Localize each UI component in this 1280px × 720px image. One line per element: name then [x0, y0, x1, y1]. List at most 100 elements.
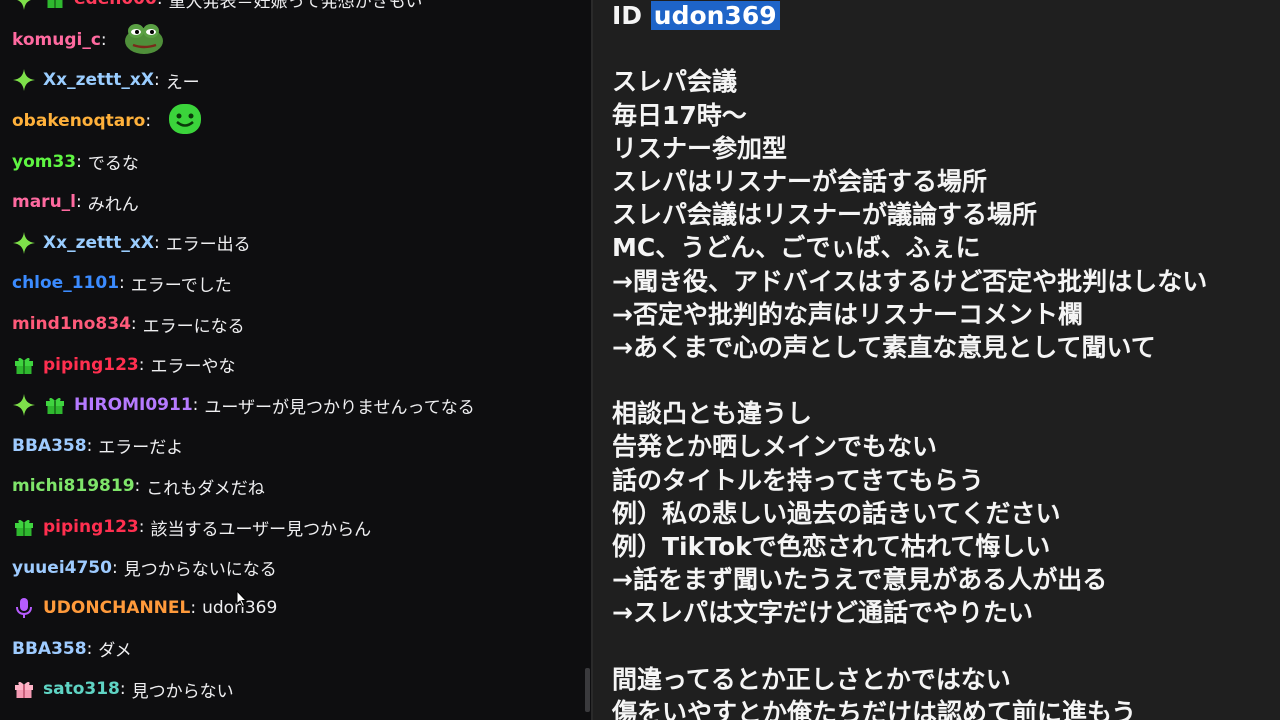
chat-colon: : [153, 232, 160, 253]
chat-message: michi819819: これもダメだね [0, 466, 590, 507]
chat-message-text: でるな [87, 154, 139, 175]
chat-message: chloe_1101: エラーでした [0, 263, 590, 304]
mic-badge-icon[interactable] [12, 596, 36, 620]
chat-colon: : [119, 679, 126, 700]
chat-message: obakenoqtaro: [0, 101, 590, 142]
gift-green-badge-icon[interactable] [43, 0, 67, 11]
chat-message-text: えー [165, 72, 200, 93]
chat-username[interactable]: UDONCHANNEL [43, 598, 190, 618]
notes-line: →スレパは文字だけど通話でやりたい [612, 598, 1033, 628]
chat-message-text: これもダメだね [146, 478, 265, 499]
chat-username[interactable]: maru_l [12, 192, 76, 212]
chat-colon: : [76, 151, 82, 172]
chat-colon: : [119, 273, 125, 294]
chat-colon: : [190, 598, 197, 619]
sparkle-badge-icon[interactable] [12, 0, 36, 11]
chat-colon: : [134, 476, 141, 497]
notes-id-selected[interactable]: udon369 [650, 1, 780, 30]
chat-username[interactable]: Xx_zettt_xX [43, 70, 154, 90]
notes-line: →あくまで心の声として素直な意見として聞いて [612, 332, 1156, 362]
chat-message-text: エラー出る [165, 235, 251, 256]
chat-colon: : [100, 29, 107, 50]
notes-text: ID udon369 スレパ会議 毎日17時〜 リスナー参加型 スレパはリスナーが会話… [612, 0, 1207, 720]
gift-green-badge-icon[interactable] [12, 515, 36, 539]
chat-message: komugi_c: [0, 20, 590, 61]
chat-message: mind1no834: エラーになる [0, 304, 590, 345]
chat-message-text: みれん [87, 194, 139, 215]
chat-username[interactable]: eden000 [74, 0, 157, 9]
notes-line: →話をまず聞いたうえで意見がある人が出る [612, 565, 1108, 595]
chat-colon: : [138, 354, 145, 375]
chat-scrollbar[interactable] [585, 668, 590, 712]
gift-pink-badge-icon[interactable] [12, 677, 36, 701]
chat-colon: : [157, 0, 163, 9]
notes-line: 相談凸とも違うし [612, 399, 813, 429]
chat-message: HIROMI0911: ユーザーが見つかりませんってなる [0, 385, 590, 426]
chat-username[interactable]: sato318 [43, 679, 120, 699]
sparkle-badge-icon[interactable] [12, 393, 36, 417]
chat-message: Xx_zettt_xX: えー [0, 60, 590, 101]
notes-line: 例）私の悲しい過去の話きいてください [612, 498, 1061, 528]
chat-message-text: エラーだよ [98, 438, 184, 459]
chat-username[interactable]: BBA358 [12, 436, 87, 456]
chat-message: maru_l: みれん [0, 182, 590, 223]
chat-username[interactable]: chloe_1101 [12, 273, 119, 293]
notes-line: スレパ会議 [612, 67, 738, 97]
chat-message-text: エラーでした [130, 275, 232, 296]
notes-line [612, 630, 1207, 663]
chat-message: BBA358: ダメ [0, 629, 590, 670]
gift-green-badge-icon[interactable] [43, 393, 67, 417]
notes-line: 毎日17時〜 [612, 100, 747, 130]
chat-username[interactable]: BBA358 [12, 639, 87, 659]
chat-username[interactable]: yom33 [12, 152, 76, 172]
notes-line: →聞き役、アドバイスはするけど否定や批判はしない [612, 266, 1208, 296]
chat-username[interactable]: obakenoqtaro [12, 111, 145, 131]
smile-emote-icon[interactable] [167, 102, 203, 141]
notes-line: リスナー参加型 [612, 133, 788, 163]
chat-message-text: 該当するユーザー見つからん [150, 519, 372, 540]
chat-colon: : [192, 395, 199, 416]
notes-line [612, 364, 1207, 397]
chat-username[interactable]: michi819819 [12, 476, 135, 496]
chat-username[interactable]: HIROMI0911 [74, 395, 193, 415]
chat-message: UDONCHANNEL: udon369 [0, 588, 590, 629]
sparkle-badge-icon[interactable] [12, 231, 36, 255]
chat-message: Xx_zettt_xX: エラー出る [0, 223, 590, 264]
notes-line: スレパはリスナーが会話する場所 [612, 166, 988, 196]
chat-message-text: ダメ [98, 641, 132, 662]
notes-line: 例）TikTokで色恋されて枯れて悔しい [612, 532, 1051, 561]
notes-id-line: ID udon369 [612, 0, 1207, 32]
gift-green-badge-icon[interactable] [12, 353, 36, 377]
notes-line: 告発とか晒しメインでもない [612, 432, 938, 462]
chat-username[interactable]: piping123 [43, 355, 139, 375]
pepe-emote-icon[interactable] [123, 19, 165, 60]
chat-message-list: eden000:重大発表＝妊娠って発想がきもいkomugi_c:Xx_zettt… [0, 0, 590, 710]
chat-username[interactable]: mind1no834 [12, 314, 131, 334]
chat-colon: : [86, 638, 93, 659]
chat-username[interactable]: komugi_c [12, 30, 101, 50]
chat-colon: : [145, 111, 152, 132]
chat-message: yom33: でるな [0, 141, 590, 182]
chat-colon: : [111, 557, 118, 578]
chat-username[interactable]: Xx_zettt_xX [43, 233, 154, 253]
notes-line: 話のタイトルを持ってきてもらう [612, 465, 984, 495]
sparkle-badge-icon[interactable] [12, 68, 36, 92]
mouse-cursor-icon [236, 590, 248, 608]
notes-line: スレパ会議はリスナーが議論する場所 [612, 200, 1038, 230]
chat-message-text: 見つからないになる [123, 560, 277, 581]
chat-username[interactable]: yuuei4750 [12, 558, 112, 578]
chat-message: yuuei4750: 見つからないになる [0, 547, 590, 588]
chat-message: piping123: エラーやな [0, 344, 590, 385]
chat-message: eden000: 重大発表＝妊娠って発想がきもい [0, 0, 590, 20]
chat-colon: : [153, 70, 160, 91]
notes-line [612, 32, 1207, 65]
chat-message: sato318: 見つからない [0, 669, 590, 710]
chat-username[interactable]: piping123 [43, 517, 139, 537]
chat-colon: : [130, 314, 137, 335]
notes-panel[interactable]: ID udon369 スレパ会議 毎日17時〜 リスナー参加型 スレパはリスナーが会話… [591, 0, 1280, 720]
notes-id-prefix: ID [612, 1, 651, 30]
chat-colon: : [86, 435, 93, 456]
notes-line: 間違ってるとか正しさとかではない [612, 664, 1011, 694]
chat-message-text: 重大発表＝妊娠って発想がきもい [168, 0, 423, 12]
notes-line: 傷をいやすとか俺たちだけは認めて前に進もう [612, 697, 1137, 720]
